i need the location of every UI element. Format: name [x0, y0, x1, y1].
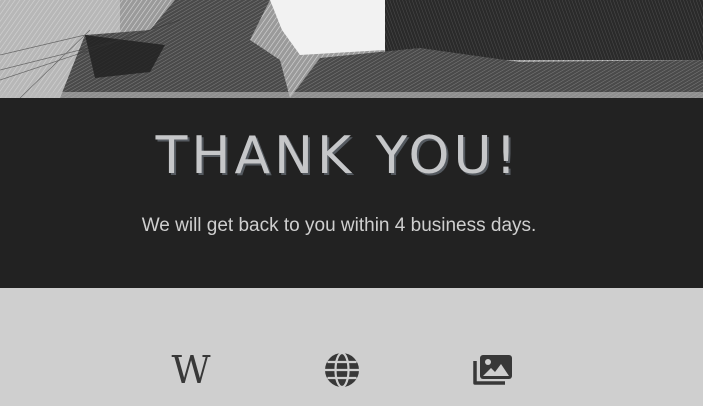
- thank-you-heading: THANK YOU!: [155, 126, 521, 186]
- page: THANK YOU! We will get back to you withi…: [0, 0, 703, 406]
- image-gallery-icon[interactable]: [470, 350, 514, 390]
- thank-you-section: THANK YOU! We will get back to you withi…: [0, 98, 703, 288]
- globe-icon[interactable]: [320, 350, 364, 390]
- footer-icons-section: W: [0, 288, 703, 406]
- wikipedia-icon[interactable]: W: [166, 350, 210, 390]
- header-photo: [0, 0, 703, 98]
- thank-you-message: We will get back to you within 4 busines…: [141, 215, 537, 236]
- wikipedia-glyph: W: [171, 348, 210, 392]
